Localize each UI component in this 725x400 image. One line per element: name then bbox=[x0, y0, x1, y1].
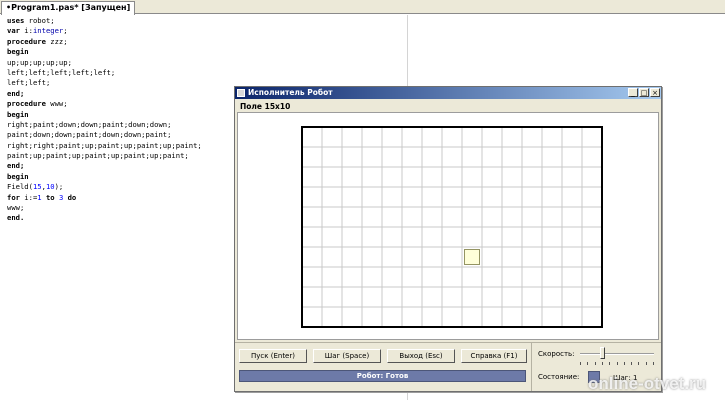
code-token: end; bbox=[7, 161, 25, 171]
code-token: for bbox=[7, 192, 20, 202]
code-line: procedure www; bbox=[7, 99, 202, 109]
slider-tick bbox=[594, 362, 596, 365]
app-icon bbox=[237, 89, 245, 97]
field-size-label: Поле 15x10 bbox=[240, 102, 291, 111]
tab-program1[interactable]: •Program1.pas* [Запущен] bbox=[1, 1, 136, 15]
robot-field-grid bbox=[301, 126, 603, 328]
slider-tick bbox=[653, 362, 654, 365]
start-button[interactable]: Пуск (Enter) bbox=[239, 349, 307, 363]
slider-tick bbox=[587, 362, 589, 365]
speed-slider-track[interactable] bbox=[580, 353, 654, 355]
slider-tick bbox=[631, 362, 633, 365]
code-token: robot; bbox=[24, 16, 55, 25]
code-token: to bbox=[45, 192, 55, 202]
code-line: paint;up;paint;up;paint;up;paint;up;pain… bbox=[7, 151, 202, 161]
code-line: begin bbox=[7, 47, 202, 57]
slider-tick bbox=[638, 362, 640, 365]
robot-executor-window: Исполнитель Робот _ □ × Поле 15x10 Пуск … bbox=[234, 86, 662, 392]
code-line: left;left;left;left;left; bbox=[7, 68, 202, 78]
slider-tick bbox=[601, 362, 603, 365]
code-token: do bbox=[67, 192, 77, 202]
code-token: paint;down;down;paint;down;down;paint; bbox=[7, 130, 172, 140]
code-token: right;right;paint;up;paint;up;paint;up;p… bbox=[7, 140, 202, 150]
site-watermark: online-otvet.ru bbox=[588, 374, 707, 393]
code-token: begin bbox=[7, 109, 29, 119]
code-token: procedure bbox=[7, 36, 46, 46]
exit-button[interactable]: Выход (Esc) bbox=[387, 349, 455, 363]
maximize-button[interactable]: □ bbox=[639, 88, 649, 97]
code-token: zzz; bbox=[45, 36, 68, 46]
minimize-button[interactable]: _ bbox=[628, 88, 638, 97]
code-token: i:= bbox=[19, 192, 38, 202]
code-token: integer bbox=[32, 26, 64, 36]
window-title: Исполнитель Робот bbox=[248, 88, 333, 97]
code-token: 15 bbox=[32, 182, 42, 192]
slider-tick bbox=[623, 362, 625, 365]
code-token: www; bbox=[45, 99, 68, 109]
slider-tick bbox=[645, 362, 647, 365]
robot-marker bbox=[464, 249, 480, 265]
code-line: end. bbox=[7, 213, 202, 223]
code-token: ); bbox=[54, 182, 64, 192]
window-titlebar[interactable]: Исполнитель Робот _ □ × bbox=[235, 87, 661, 99]
code-line: up;up;up;up;up; bbox=[7, 58, 202, 68]
code-token: end; bbox=[7, 88, 25, 98]
state-label: Состояние: bbox=[538, 373, 580, 381]
speed-label: Скорость: bbox=[538, 350, 575, 358]
speed-slider-ticks bbox=[580, 362, 654, 365]
code-token: begin bbox=[7, 47, 29, 57]
code-line: end; bbox=[7, 161, 202, 171]
code-line: begin bbox=[7, 172, 202, 182]
status-bar: Робот: Готов bbox=[239, 370, 526, 382]
robot-field-area bbox=[237, 112, 659, 340]
close-button[interactable]: × bbox=[650, 88, 660, 97]
code-line: right;right;paint;up;paint;up;paint;up;p… bbox=[7, 141, 202, 151]
editor-tab-strip: •Program1.pas* [Запущен] bbox=[0, 0, 725, 15]
code-token: i: bbox=[19, 26, 33, 36]
code-line: procedure zzz; bbox=[7, 37, 202, 47]
code-line: paint;down;down;paint;down;down;paint; bbox=[7, 130, 202, 140]
code-token: right;paint;down;down;paint;down;down; bbox=[7, 119, 172, 129]
code-token: ; bbox=[63, 26, 68, 36]
code-token: procedure bbox=[7, 99, 46, 109]
code-line: begin bbox=[7, 110, 202, 120]
code-line: for i:=1 to 3 do bbox=[7, 193, 202, 203]
code-line: var i:integer; bbox=[7, 26, 202, 36]
code-token: Field( bbox=[7, 182, 33, 192]
code-token: www; bbox=[7, 203, 25, 213]
code-line: uses robot; bbox=[7, 16, 202, 26]
code-token: end. bbox=[7, 213, 25, 223]
code-token: paint;up;paint;up;paint;up;paint;up;pain… bbox=[7, 151, 189, 161]
code-token: left;left; bbox=[7, 78, 51, 88]
code-line: left;left; bbox=[7, 78, 202, 88]
step-button[interactable]: Шаг (Space) bbox=[313, 349, 381, 363]
speed-slider-thumb[interactable] bbox=[599, 347, 605, 359]
code-token: uses bbox=[7, 16, 25, 25]
code-token: 10 bbox=[45, 182, 55, 192]
code-line: Field(15,10); bbox=[7, 182, 202, 192]
slider-tick bbox=[609, 362, 611, 365]
code-token: var bbox=[7, 26, 20, 36]
code-token: left;left;left;left;left; bbox=[7, 67, 116, 77]
code-text: uses robot; var i:integer; procedure zzz; b… bbox=[7, 16, 202, 224]
code-line: end; bbox=[7, 89, 202, 99]
code-line: www; bbox=[7, 203, 202, 213]
code-token: up;up;up;up;up; bbox=[7, 57, 72, 67]
code-token: begin bbox=[7, 171, 29, 181]
help-button[interactable]: Справка (F1) bbox=[461, 349, 527, 363]
code-line: right;paint;down;down;paint;down;down; bbox=[7, 120, 202, 130]
slider-tick bbox=[616, 362, 618, 365]
slider-tick bbox=[580, 362, 581, 365]
